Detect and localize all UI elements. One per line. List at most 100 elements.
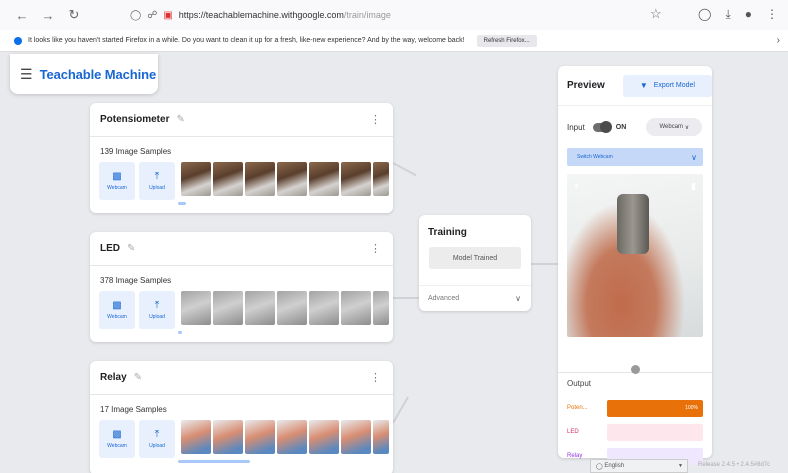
export-icon: ▼ bbox=[639, 81, 648, 90]
preview-title: Preview bbox=[567, 80, 605, 91]
upload-icon: ⤒ bbox=[154, 429, 160, 440]
flip-icon[interactable]: ▮ bbox=[691, 181, 696, 192]
connector-line bbox=[392, 162, 417, 177]
more-options-icon[interactable]: ⋮ bbox=[370, 242, 381, 255]
menu-icon[interactable]: ⋮ bbox=[766, 7, 778, 22]
app-title[interactable]: Teachable Machine bbox=[40, 67, 157, 82]
class-card-header: Potensiometer ✎ ⋮ bbox=[90, 103, 393, 137]
upload-button[interactable]: ⤒ Upload bbox=[139, 420, 175, 458]
upload-icon: ⤒ bbox=[154, 300, 160, 311]
output-row-led: LED bbox=[567, 423, 705, 441]
pencil-icon[interactable]: ✎ bbox=[176, 114, 184, 125]
sample-thumbnail[interactable] bbox=[341, 420, 371, 454]
class-card-header: LED ✎ ⋮ bbox=[90, 232, 393, 266]
forward-icon[interactable]: → bbox=[38, 8, 58, 23]
output-label: Output bbox=[567, 379, 592, 388]
sample-thumbnail[interactable] bbox=[213, 420, 243, 454]
sample-thumbnails[interactable] bbox=[181, 162, 391, 200]
url-host: https://teachablemachine.withgoogle.com bbox=[178, 10, 344, 20]
upload-label: Upload bbox=[149, 314, 165, 320]
sample-thumbnail[interactable] bbox=[181, 291, 211, 325]
sample-thumbnail[interactable] bbox=[373, 291, 389, 325]
class-card-led: LED ✎ ⋮ 378 Image Samples ▩ Webcam ⤒ Upl… bbox=[90, 232, 393, 342]
upload-icon: ⤒ bbox=[154, 171, 160, 182]
sample-thumbnail[interactable] bbox=[181, 162, 211, 196]
sample-thumbnail[interactable] bbox=[341, 162, 371, 196]
webcam-preview: ⌖ ▮ bbox=[567, 174, 703, 337]
advanced-toggle[interactable]: Advanced ∨ bbox=[419, 285, 531, 311]
back-icon[interactable]: ← bbox=[12, 8, 32, 23]
webcam-icon: ▩ bbox=[112, 171, 122, 182]
shield-icon: ◯ bbox=[130, 9, 142, 21]
webcam-button[interactable]: ▩ Webcam bbox=[99, 420, 135, 458]
upload-label: Upload bbox=[149, 443, 165, 449]
switch-webcam-dropdown[interactable]: Switch Webcam ∨ bbox=[567, 148, 703, 166]
sample-thumbnail[interactable] bbox=[277, 420, 307, 454]
webcam-button[interactable]: ▩ Webcam bbox=[99, 162, 135, 200]
class-name[interactable]: Potensiometer bbox=[100, 114, 169, 125]
sample-thumbnail[interactable] bbox=[277, 162, 307, 196]
sample-thumbnail[interactable] bbox=[245, 420, 275, 454]
crop-icon[interactable]: ⌖ bbox=[574, 181, 579, 192]
chevron-down-icon: ∨ bbox=[691, 152, 697, 162]
webcam-label: Webcam bbox=[107, 443, 127, 449]
sample-thumbnail[interactable] bbox=[309, 420, 339, 454]
input-toggle[interactable] bbox=[592, 120, 612, 133]
toggle-state-label: ON bbox=[615, 123, 627, 131]
upload-button[interactable]: ⤒ Upload bbox=[139, 291, 175, 329]
input-row: Input ON Webcam ∨ bbox=[567, 118, 712, 136]
sample-count: 17 Image Samples bbox=[100, 405, 167, 414]
more-options-icon[interactable]: ⋮ bbox=[370, 113, 381, 126]
refresh-firefox-button[interactable]: Refresh Firefox... bbox=[476, 34, 537, 47]
pencil-icon[interactable]: ✎ bbox=[127, 243, 135, 254]
sample-thumbnail[interactable] bbox=[277, 291, 307, 325]
sample-thumbnail[interactable] bbox=[373, 420, 389, 454]
sample-row: ▩ Webcam ⤒ Upload bbox=[99, 420, 393, 458]
sample-thumbnails[interactable] bbox=[181, 420, 391, 458]
reload-icon[interactable]: ↻ bbox=[64, 7, 84, 23]
sample-thumbnails[interactable] bbox=[181, 291, 391, 329]
more-options-icon[interactable]: ⋮ bbox=[370, 371, 381, 384]
output-class-name: LED bbox=[567, 429, 579, 435]
webcam-button[interactable]: ▩ Webcam bbox=[99, 291, 135, 329]
sample-row: ▩ Webcam ⤒ Upload bbox=[99, 291, 393, 329]
sample-thumbnail[interactable] bbox=[373, 162, 389, 196]
sample-count: 378 Image Samples bbox=[100, 276, 172, 285]
thumbnail-scrollbar[interactable] bbox=[178, 331, 182, 334]
export-model-button[interactable]: ▼ Export Model bbox=[622, 74, 712, 97]
notice-text: It looks like you haven't started Firefo… bbox=[28, 37, 465, 44]
class-name[interactable]: LED bbox=[100, 243, 120, 254]
thumbnail-scrollbar[interactable] bbox=[178, 460, 250, 463]
sample-thumbnail[interactable] bbox=[213, 162, 243, 196]
pocket-icon[interactable]: ◯ bbox=[698, 7, 711, 22]
account-icon[interactable]: ● bbox=[745, 7, 752, 22]
thumbnail-scrollbar[interactable] bbox=[178, 202, 186, 205]
bookmark-star-icon[interactable]: ☆ bbox=[650, 6, 662, 22]
class-name[interactable]: Relay bbox=[100, 372, 127, 383]
output-class-name: Poten... bbox=[567, 405, 588, 411]
sample-thumbnail[interactable] bbox=[309, 291, 339, 325]
sample-thumbnail[interactable] bbox=[245, 162, 275, 196]
resize-handle[interactable] bbox=[631, 365, 640, 374]
train-model-button[interactable]: Model Trained bbox=[429, 247, 521, 269]
sample-thumbnail[interactable] bbox=[245, 291, 275, 325]
close-icon[interactable]: › bbox=[777, 35, 780, 46]
output-row-potensiometer: Poten... 100% bbox=[567, 399, 705, 417]
url-path: /train/image bbox=[343, 10, 391, 20]
sample-thumbnail[interactable] bbox=[213, 291, 243, 325]
sample-thumbnail[interactable] bbox=[181, 420, 211, 454]
hamburger-menu-icon[interactable]: ☰ bbox=[20, 66, 33, 83]
input-label: Input bbox=[567, 122, 585, 132]
webcam-icon: ▩ bbox=[112, 300, 122, 311]
sample-thumbnail[interactable] bbox=[341, 291, 371, 325]
upload-button[interactable]: ⤒ Upload bbox=[139, 162, 175, 200]
pencil-icon[interactable]: ✎ bbox=[134, 372, 142, 383]
chevron-down-icon: ∨ bbox=[515, 294, 521, 303]
upload-label: Upload bbox=[149, 185, 165, 191]
downloads-icon[interactable]: ⤓ bbox=[725, 7, 730, 22]
language-select[interactable]: ◯ English ▼ bbox=[590, 459, 688, 473]
input-source-dropdown[interactable]: Webcam ∨ bbox=[646, 118, 703, 136]
url-bar[interactable]: ◯ ☍ ▣ https://teachablemachine.withgoogl… bbox=[130, 5, 670, 25]
output-bar: 100% bbox=[607, 399, 703, 417]
sample-thumbnail[interactable] bbox=[309, 162, 339, 196]
